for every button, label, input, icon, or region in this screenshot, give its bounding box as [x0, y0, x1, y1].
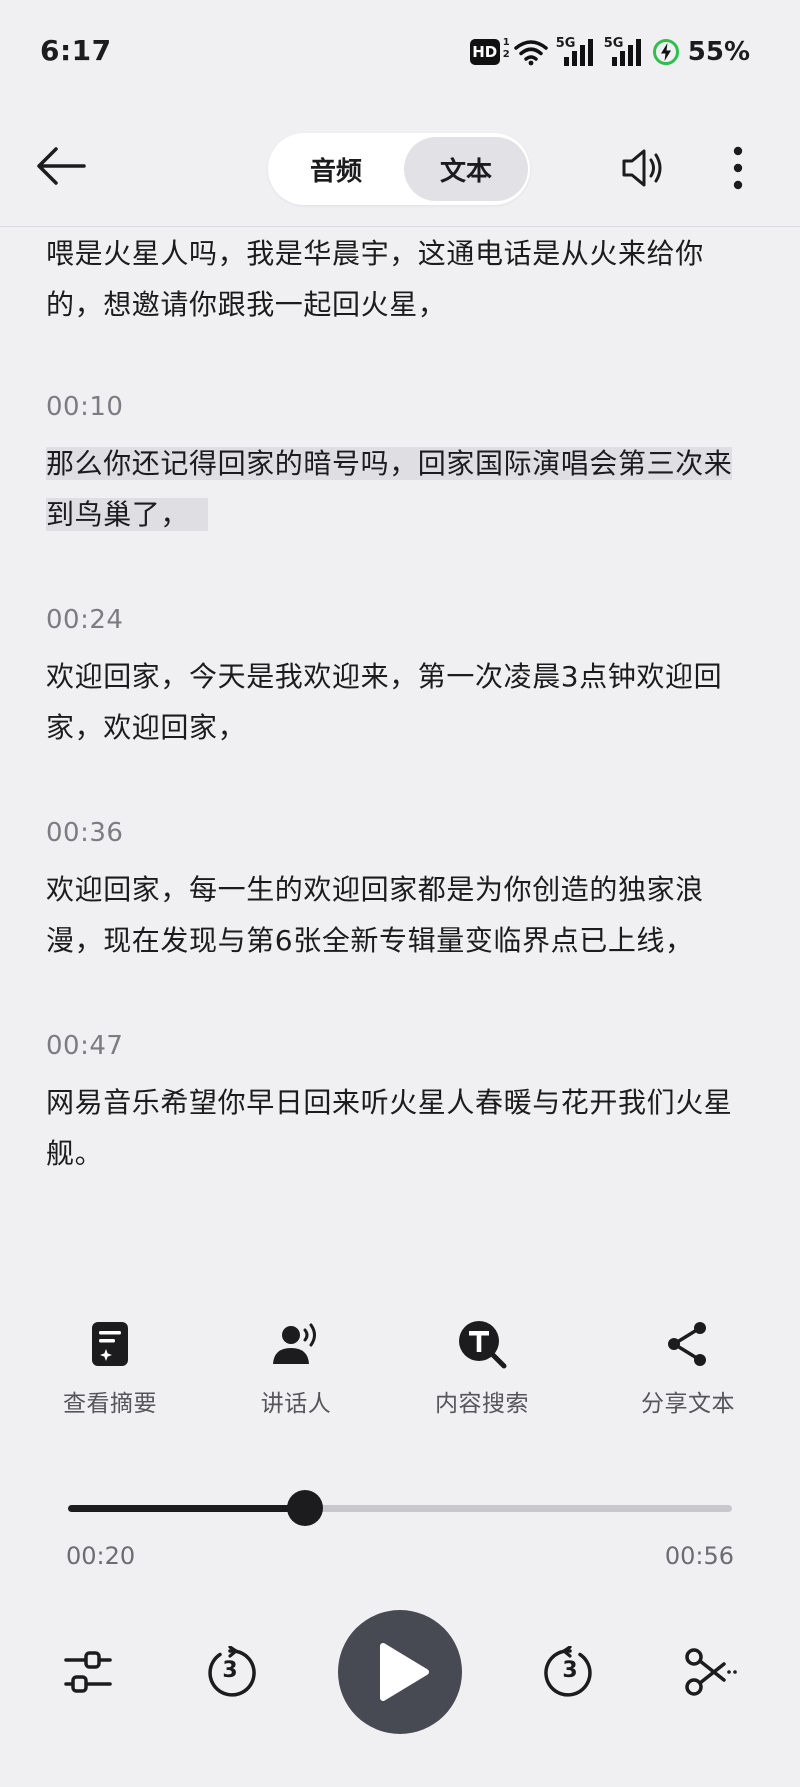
- transcript-line: 网易音乐希望你早日回来听火星人春暖与花开我们火星: [46, 1086, 733, 1119]
- rewind-seconds: 3: [222, 1658, 238, 1683]
- status-icons: HD 12 5G 5G 55%: [469, 32, 750, 72]
- transcript-line: 到鸟巢了，: [46, 498, 190, 531]
- playback-controls: 3 3: [0, 1610, 800, 1734]
- forward-button[interactable]: 3: [543, 1645, 597, 1700]
- current-time: 00:20: [66, 1542, 136, 1570]
- content-search-button[interactable]: 内容搜索: [412, 1318, 552, 1418]
- tab-text[interactable]: 文本: [404, 137, 528, 201]
- segment-text[interactable]: 欢迎回家，今天是我欢迎来，第一次凌晨3点钟欢迎回 家，欢迎回家，: [46, 651, 762, 753]
- action-label: 讲话人: [260, 1391, 332, 1417]
- play-button[interactable]: [338, 1610, 462, 1734]
- transcript-line: 漫，现在发现与第6张全新专辑量变临界点已上线，: [46, 924, 694, 957]
- hd-sub-label: 12: [502, 37, 510, 60]
- action-label: 内容搜索: [435, 1391, 529, 1417]
- transcript-line: 的，想邀请你跟我一起回火星，: [46, 288, 447, 321]
- progress-fill: [68, 1505, 306, 1512]
- share-icon: [668, 1322, 706, 1366]
- action-label: 查看摘要: [63, 1391, 157, 1417]
- more-vertical-icon[interactable]: [722, 145, 754, 191]
- rewind-button[interactable]: 3: [203, 1645, 257, 1700]
- transcript-line: 欢迎回家，每一生的欢迎回家都是为你创造的独家浪: [46, 873, 704, 906]
- hd-icon: HD 12: [469, 37, 510, 67]
- speaker-button[interactable]: 讲话人: [226, 1318, 366, 1418]
- segment-timestamp[interactable]: 00:36: [46, 818, 123, 848]
- action-label: 分享文本: [641, 1391, 735, 1417]
- signal-icon: 5G: [556, 36, 596, 68]
- text-search-icon: [459, 1321, 507, 1369]
- hd-label: HD: [469, 39, 500, 65]
- speaker-icon[interactable]: [620, 145, 666, 191]
- top-app-bar: 音频 文本: [0, 105, 800, 227]
- view-mode-segmented-control: 音频 文本: [268, 133, 530, 205]
- share-text-button[interactable]: 分享文本: [618, 1318, 758, 1418]
- transcript-line: 那么你还记得回家的暗号吗，回家国际演唱会第三次来: [46, 447, 733, 480]
- tab-audio[interactable]: 音频: [274, 137, 398, 201]
- total-time: 00:56: [664, 1542, 734, 1570]
- transcript-line: 欢迎回家，今天是我欢迎来，第一次凌晨3点钟欢迎回: [46, 660, 723, 693]
- back-arrow-icon[interactable]: [34, 143, 88, 189]
- view-summary-button[interactable]: 查看摘要: [40, 1318, 180, 1418]
- segment-text-highlighted[interactable]: 那么你还记得回家的暗号吗，回家国际演唱会第三次来 到鸟巢了，: [46, 438, 762, 540]
- segment-timestamp[interactable]: 00:10: [46, 392, 123, 422]
- speaker-person-icon: [273, 1323, 316, 1364]
- summary-icon: [92, 1322, 128, 1366]
- transcript-intro-text[interactable]: 喂是火星人吗，我是华晨宇，这通电话是从火来给你 的，想邀请你跟我一起回火星，: [46, 228, 762, 330]
- signal-icon: 5G: [604, 36, 644, 68]
- action-row: 查看摘要 讲话人 内容搜索 分享文本: [0, 1318, 800, 1428]
- progress-thumb[interactable]: [287, 1490, 324, 1526]
- segment-timestamp[interactable]: 00:24: [46, 605, 123, 635]
- transcript-content[interactable]: 喂是火星人吗，我是华晨宇，这通电话是从火来给你 的，想邀请你跟我一起回火星， 0…: [0, 228, 800, 1228]
- play-icon: [380, 1643, 429, 1701]
- scissors-icon[interactable]: [684, 1646, 738, 1698]
- transcript-line: 喂是火星人吗，我是华晨宇，这通电话是从火来给你: [46, 237, 704, 270]
- forward-seconds: 3: [562, 1658, 578, 1683]
- playback-progress-slider[interactable]: [68, 1490, 732, 1526]
- battery-percent: 55%: [687, 37, 750, 67]
- segment-timestamp[interactable]: 00:47: [46, 1031, 123, 1061]
- battery-charging-icon: [652, 39, 679, 65]
- equalizer-icon[interactable]: [62, 1648, 114, 1696]
- segment-text[interactable]: 欢迎回家，每一生的欢迎回家都是为你创造的独家浪 漫，现在发现与第6张全新专辑量变…: [46, 864, 762, 966]
- segment-text[interactable]: 网易音乐希望你早日回来听火星人春暖与花开我们火星 舰。: [46, 1077, 762, 1179]
- transcript-line: 家，欢迎回家，: [46, 711, 247, 744]
- wifi-icon: [514, 40, 548, 66]
- transcript-line: 舰。: [46, 1137, 104, 1170]
- status-bar: 6:17 HD 12 5G 5G 55%: [0, 0, 800, 105]
- status-time: 6:17: [40, 34, 112, 67]
